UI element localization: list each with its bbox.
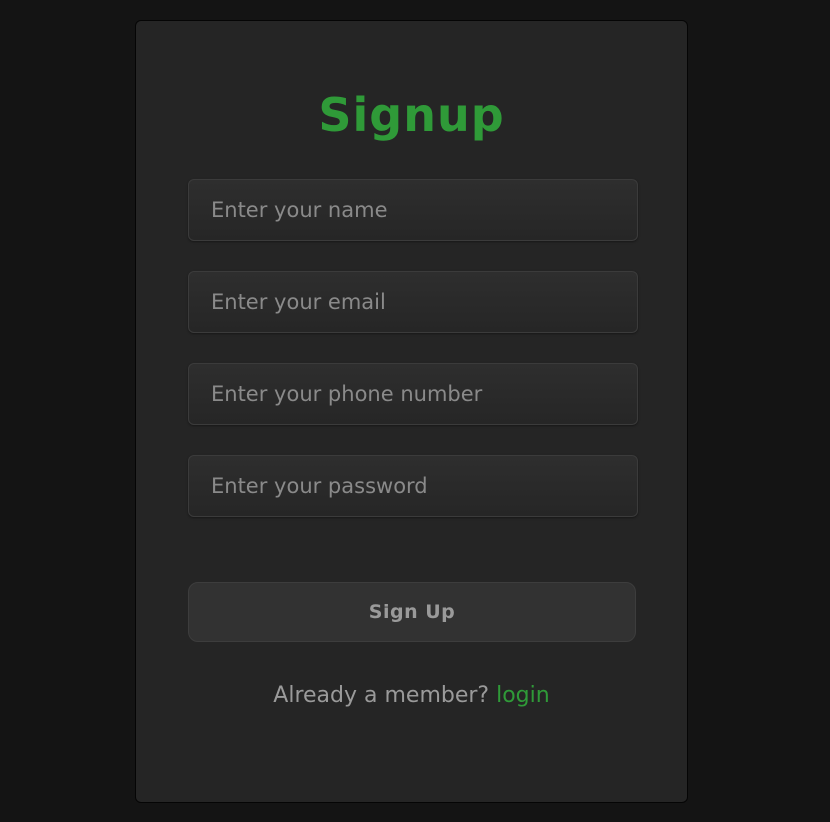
email-input[interactable] [188,271,638,333]
login-prompt-text: Already a member? [273,683,490,708]
page-title: Signup [318,88,505,142]
login-link[interactable]: login [496,683,550,708]
name-input[interactable] [188,179,638,241]
sign-up-button[interactable]: Sign Up [188,582,636,642]
login-prompt: Already a member? login [136,679,687,713]
password-input[interactable] [188,455,638,517]
phone-input[interactable] [188,363,638,425]
signup-card: Signup Sign Up Already a member? login [135,20,688,803]
